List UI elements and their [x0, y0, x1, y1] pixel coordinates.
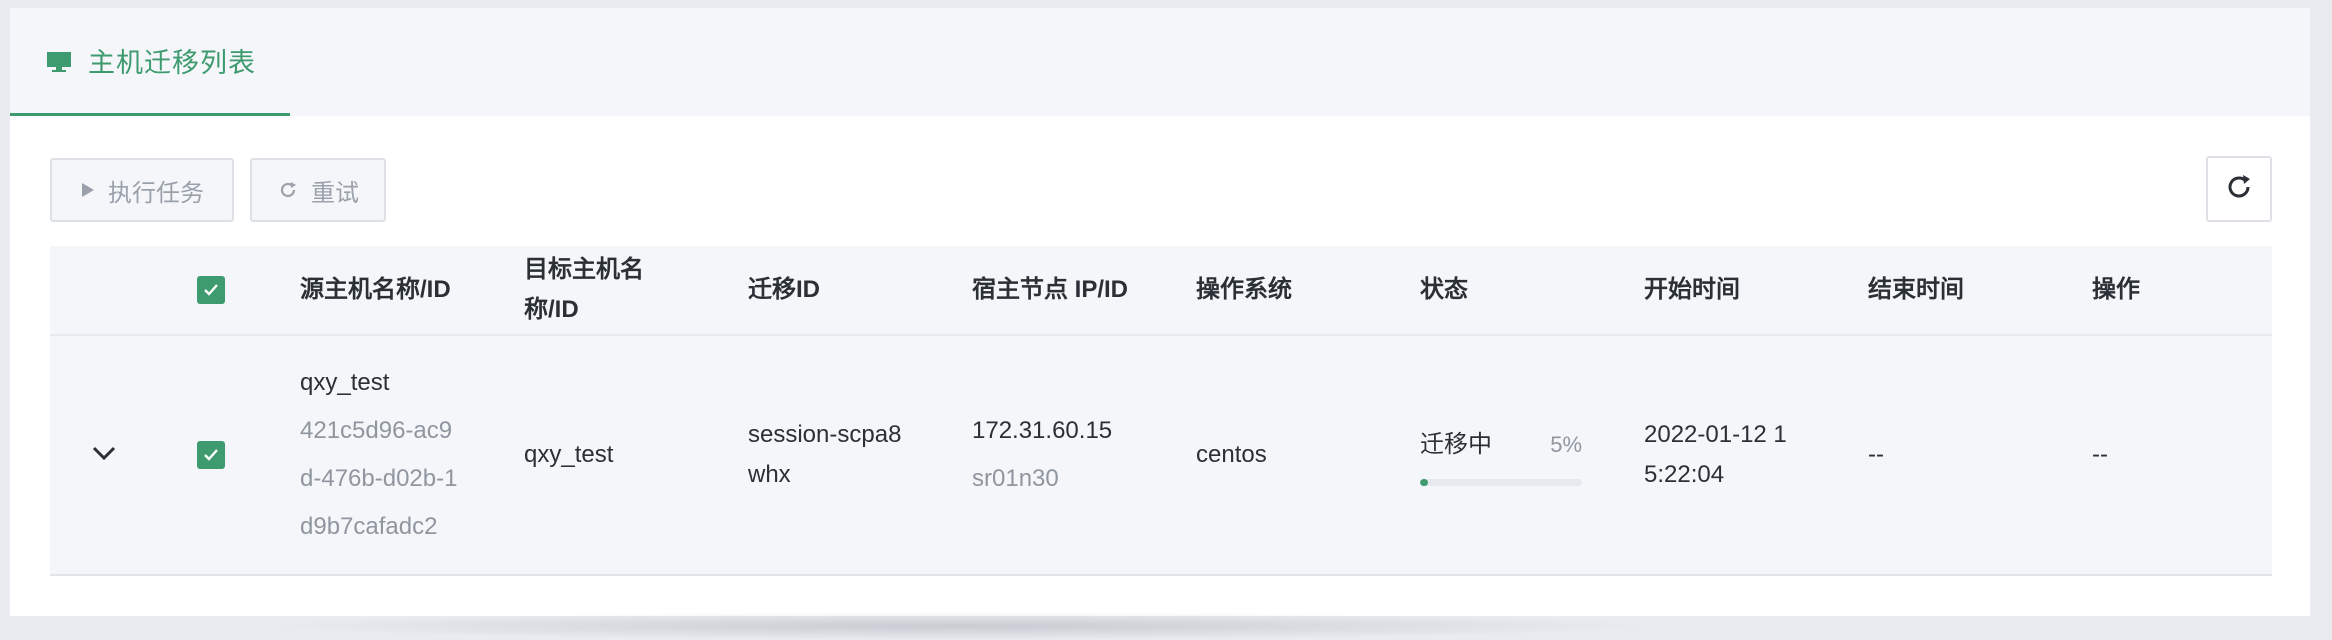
header-migration-id: 迁移ID: [748, 276, 820, 303]
refresh-icon: [2223, 171, 2255, 208]
retry-icon: [277, 179, 299, 201]
retry-label: 重试: [311, 179, 359, 207]
source-host-cell: qxy_test 421c5d96-ac9 d-476b-d02b-1 d9b7…: [300, 336, 500, 574]
migration-table: 源主机名称/ID 目标主机名 称/ID 迁移ID 宿主节点 IP/ID 操作系统…: [50, 246, 2272, 576]
migration-id-cell: session-scpa8 whx: [748, 336, 948, 574]
header-start-time: 开始时间: [1644, 276, 1740, 303]
header-checkbox-cell: [158, 246, 264, 334]
select-all-checkbox[interactable]: [197, 276, 225, 304]
migration-id: whx: [748, 461, 791, 488]
header-source: 源主机名称/ID: [300, 276, 451, 303]
retry-button[interactable]: 重试: [250, 158, 386, 222]
target-host-cell: qxy_test: [524, 336, 724, 574]
progress-fill: [1420, 478, 1429, 486]
check-icon: [204, 284, 218, 296]
header-end-time: 结束时间: [1868, 276, 1964, 303]
status-text: 迁移中: [1420, 430, 1492, 458]
status-cell: 迁移中 5%: [1420, 336, 1620, 574]
run-task-label: 执行任务: [108, 179, 204, 207]
end-time-cell: --: [1868, 336, 2068, 574]
refresh-button[interactable]: [2206, 156, 2272, 222]
target-host-name: qxy_test: [524, 441, 614, 468]
panel-shadow: [260, 612, 1660, 640]
play-icon: [80, 181, 96, 199]
run-task-button[interactable]: 执行任务: [50, 158, 234, 222]
host-node-ip: 172.31.60.15: [972, 417, 1113, 444]
host-node-cell: 172.31.60.15 sr01n30: [972, 336, 1172, 574]
os-cell: centos: [1196, 336, 1396, 574]
host-node-id: sr01n30: [972, 465, 1059, 492]
tab-host-migration-list[interactable]: 主机迁移列表: [10, 8, 290, 116]
start-time: 5:22:04: [1644, 461, 1725, 488]
table-header: 源主机名称/ID 目标主机名 称/ID 迁移ID 宿主节点 IP/ID 操作系统…: [50, 246, 2272, 336]
row-checkbox-cell: [158, 336, 264, 574]
migration-id: session-scpa8: [748, 421, 902, 448]
tab-bar: 主机迁移列表: [10, 8, 2310, 116]
actions-value: --: [2092, 441, 2108, 468]
os-value: centos: [1196, 441, 1267, 468]
header-actions: 操作: [2092, 276, 2140, 303]
migration-panel: 主机迁移列表 执行任务 重试 源主机名称/ID 目标主机名 称/ID 迁移ID …: [10, 8, 2310, 616]
start-time: 2022-01-12 1: [1644, 421, 1787, 448]
progress-percent: 5%: [1550, 431, 1582, 457]
progress-bar: [1420, 478, 1582, 486]
end-time: --: [1868, 441, 1884, 468]
monitor-icon: [46, 48, 72, 74]
header-host-node: 宿主节点 IP/ID: [972, 276, 1129, 303]
table-row: qxy_test 421c5d96-ac9 d-476b-d02b-1 d9b7…: [50, 336, 2272, 576]
start-time-cell: 2022-01-12 1 5:22:04: [1644, 336, 1844, 574]
source-host-id: d9b7cafadc2: [300, 513, 438, 540]
header-target: 目标主机名 称/ID: [524, 256, 644, 323]
source-host-id: 421c5d96-ac9: [300, 417, 453, 444]
expand-cell: [50, 336, 158, 574]
header-status: 状态: [1420, 276, 1468, 303]
check-icon: [204, 449, 218, 461]
actions-cell: --: [2092, 336, 2252, 574]
tab-label: 主机迁移列表: [88, 48, 256, 78]
chevron-down-icon[interactable]: [91, 445, 117, 466]
header-os: 操作系统: [1196, 276, 1292, 303]
source-host-name: qxy_test: [300, 369, 390, 396]
row-checkbox[interactable]: [197, 441, 225, 469]
source-host-id: d-476b-d02b-1: [300, 465, 458, 492]
